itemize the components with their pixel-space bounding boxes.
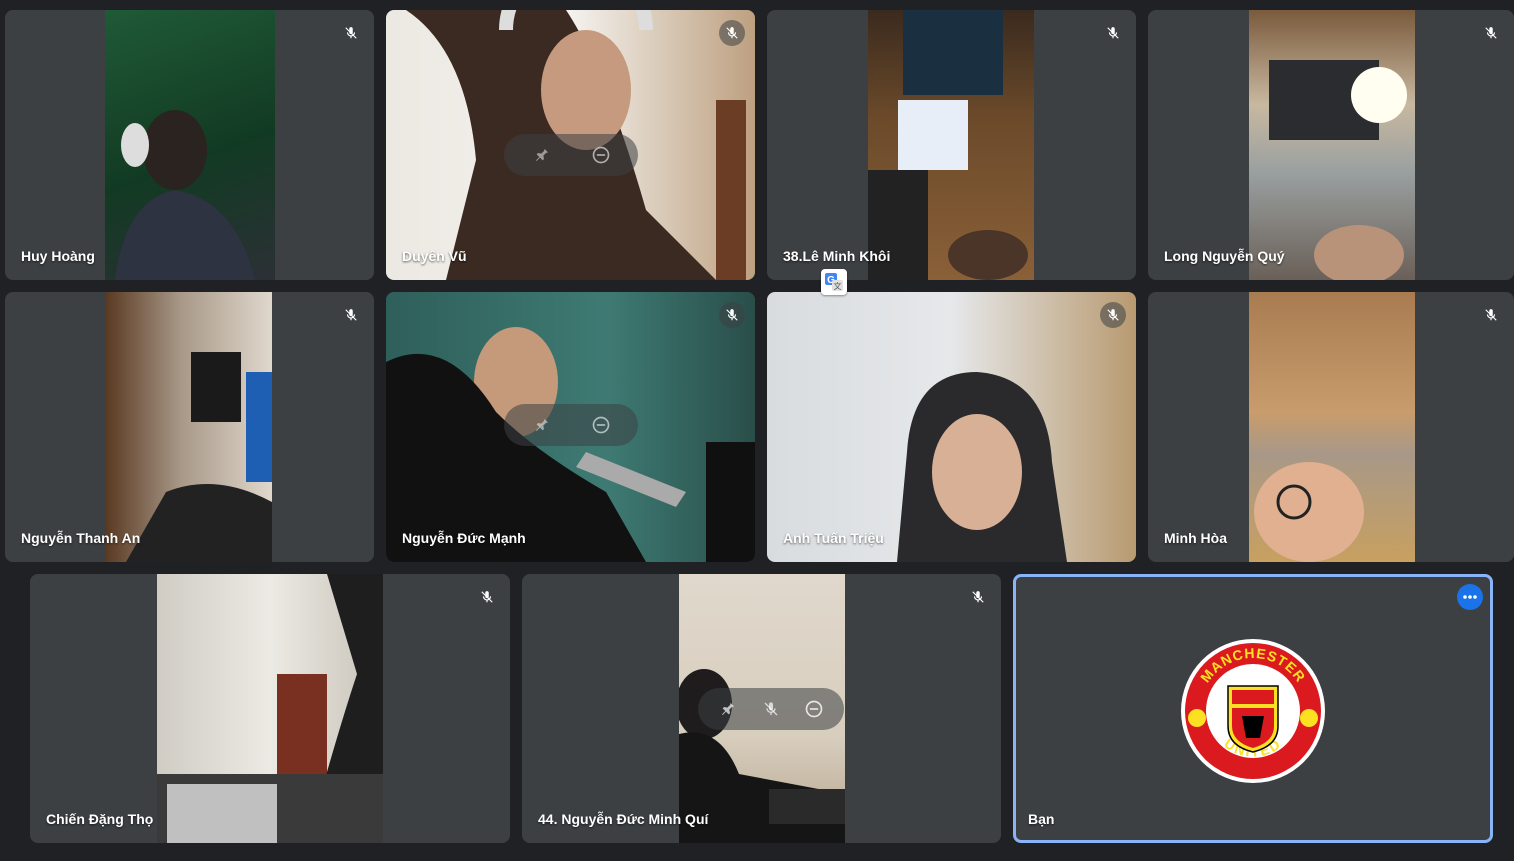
participant-name: Nguyễn Đức Mạnh bbox=[402, 530, 526, 546]
scene bbox=[157, 574, 383, 843]
participant-name: 38.Lê Minh Khôi bbox=[783, 248, 891, 264]
scene bbox=[1254, 462, 1364, 562]
participant-tile[interactable]: 44. Nguyễn Đức Minh Quí bbox=[522, 574, 1001, 843]
mic-off-icon bbox=[1100, 302, 1126, 328]
mic-off-icon bbox=[965, 584, 991, 610]
mic-off-icon bbox=[474, 584, 500, 610]
participant-name: Minh Hòa bbox=[1164, 530, 1227, 546]
participant-name: Long Nguyễn Quý bbox=[1164, 248, 1285, 264]
scene bbox=[126, 352, 272, 562]
tile-hover-controls bbox=[698, 688, 844, 730]
remove-icon[interactable] bbox=[588, 412, 614, 438]
mic-off-icon bbox=[338, 302, 364, 328]
mic-off-icon bbox=[719, 302, 745, 328]
participant-tile[interactable]: Huy Hoàng bbox=[5, 10, 374, 280]
participant-tile[interactable]: 38.Lê Minh Khôi bbox=[767, 10, 1136, 280]
person-silhouette bbox=[897, 372, 1067, 562]
manchester-united-logo: MANCHESTER UNITED bbox=[1181, 639, 1325, 783]
translate-icon[interactable]: G文 bbox=[821, 269, 847, 295]
participant-video bbox=[1249, 292, 1415, 562]
participant-name: Nguyễn Thanh An bbox=[21, 530, 141, 546]
participant-name: Chiến Đặng Thọ bbox=[46, 811, 154, 827]
pin-icon[interactable] bbox=[529, 412, 555, 438]
participant-tile[interactable]: Long Nguyễn Quý bbox=[1148, 10, 1514, 280]
participant-name: Anh Tuấn Triệu bbox=[783, 530, 884, 546]
participant-video bbox=[868, 10, 1034, 280]
scene bbox=[868, 10, 1028, 280]
person-silhouette bbox=[115, 110, 255, 280]
mic-off-icon bbox=[1478, 20, 1504, 46]
participant-video bbox=[1249, 10, 1415, 280]
participant-video bbox=[157, 574, 383, 843]
mic-off-icon bbox=[719, 20, 745, 46]
participant-name: Duyên Vũ bbox=[402, 248, 467, 264]
participant-tile[interactable]: Anh Tuấn Triệu bbox=[767, 292, 1136, 562]
pin-icon[interactable] bbox=[715, 696, 741, 722]
participant-name: 44. Nguyễn Đức Minh Quí bbox=[538, 811, 709, 827]
mic-off-icon[interactable] bbox=[758, 696, 784, 722]
remove-icon[interactable] bbox=[588, 142, 614, 168]
participant-tile[interactable]: Chiến Đặng Thọ bbox=[30, 574, 510, 843]
participant-video bbox=[105, 10, 275, 280]
participant-video bbox=[106, 292, 272, 562]
participant-tile[interactable]: Duyên Vũ bbox=[386, 10, 755, 280]
mic-off-icon bbox=[338, 20, 364, 46]
mic-off-icon bbox=[1478, 302, 1504, 328]
participant-name: Huy Hoàng bbox=[21, 248, 95, 264]
participant-name: Bạn bbox=[1028, 811, 1055, 827]
mic-off-icon bbox=[1100, 20, 1126, 46]
participant-tile[interactable]: Nguyễn Thanh An bbox=[5, 292, 374, 562]
scene bbox=[1269, 60, 1407, 280]
tile-hover-controls bbox=[504, 404, 638, 446]
participant-video bbox=[767, 292, 1136, 562]
self-tile[interactable]: MANCHESTER UNITED Bạn bbox=[1013, 574, 1493, 843]
participant-tile[interactable]: Nguyễn Đức Mạnh bbox=[386, 292, 755, 562]
svg-text:文: 文 bbox=[834, 281, 842, 291]
pin-icon[interactable] bbox=[529, 142, 555, 168]
remove-icon[interactable] bbox=[801, 696, 827, 722]
participant-tile[interactable]: Minh Hòa bbox=[1148, 292, 1514, 562]
more-options-icon[interactable] bbox=[1457, 584, 1483, 610]
tile-hover-controls bbox=[504, 134, 638, 176]
